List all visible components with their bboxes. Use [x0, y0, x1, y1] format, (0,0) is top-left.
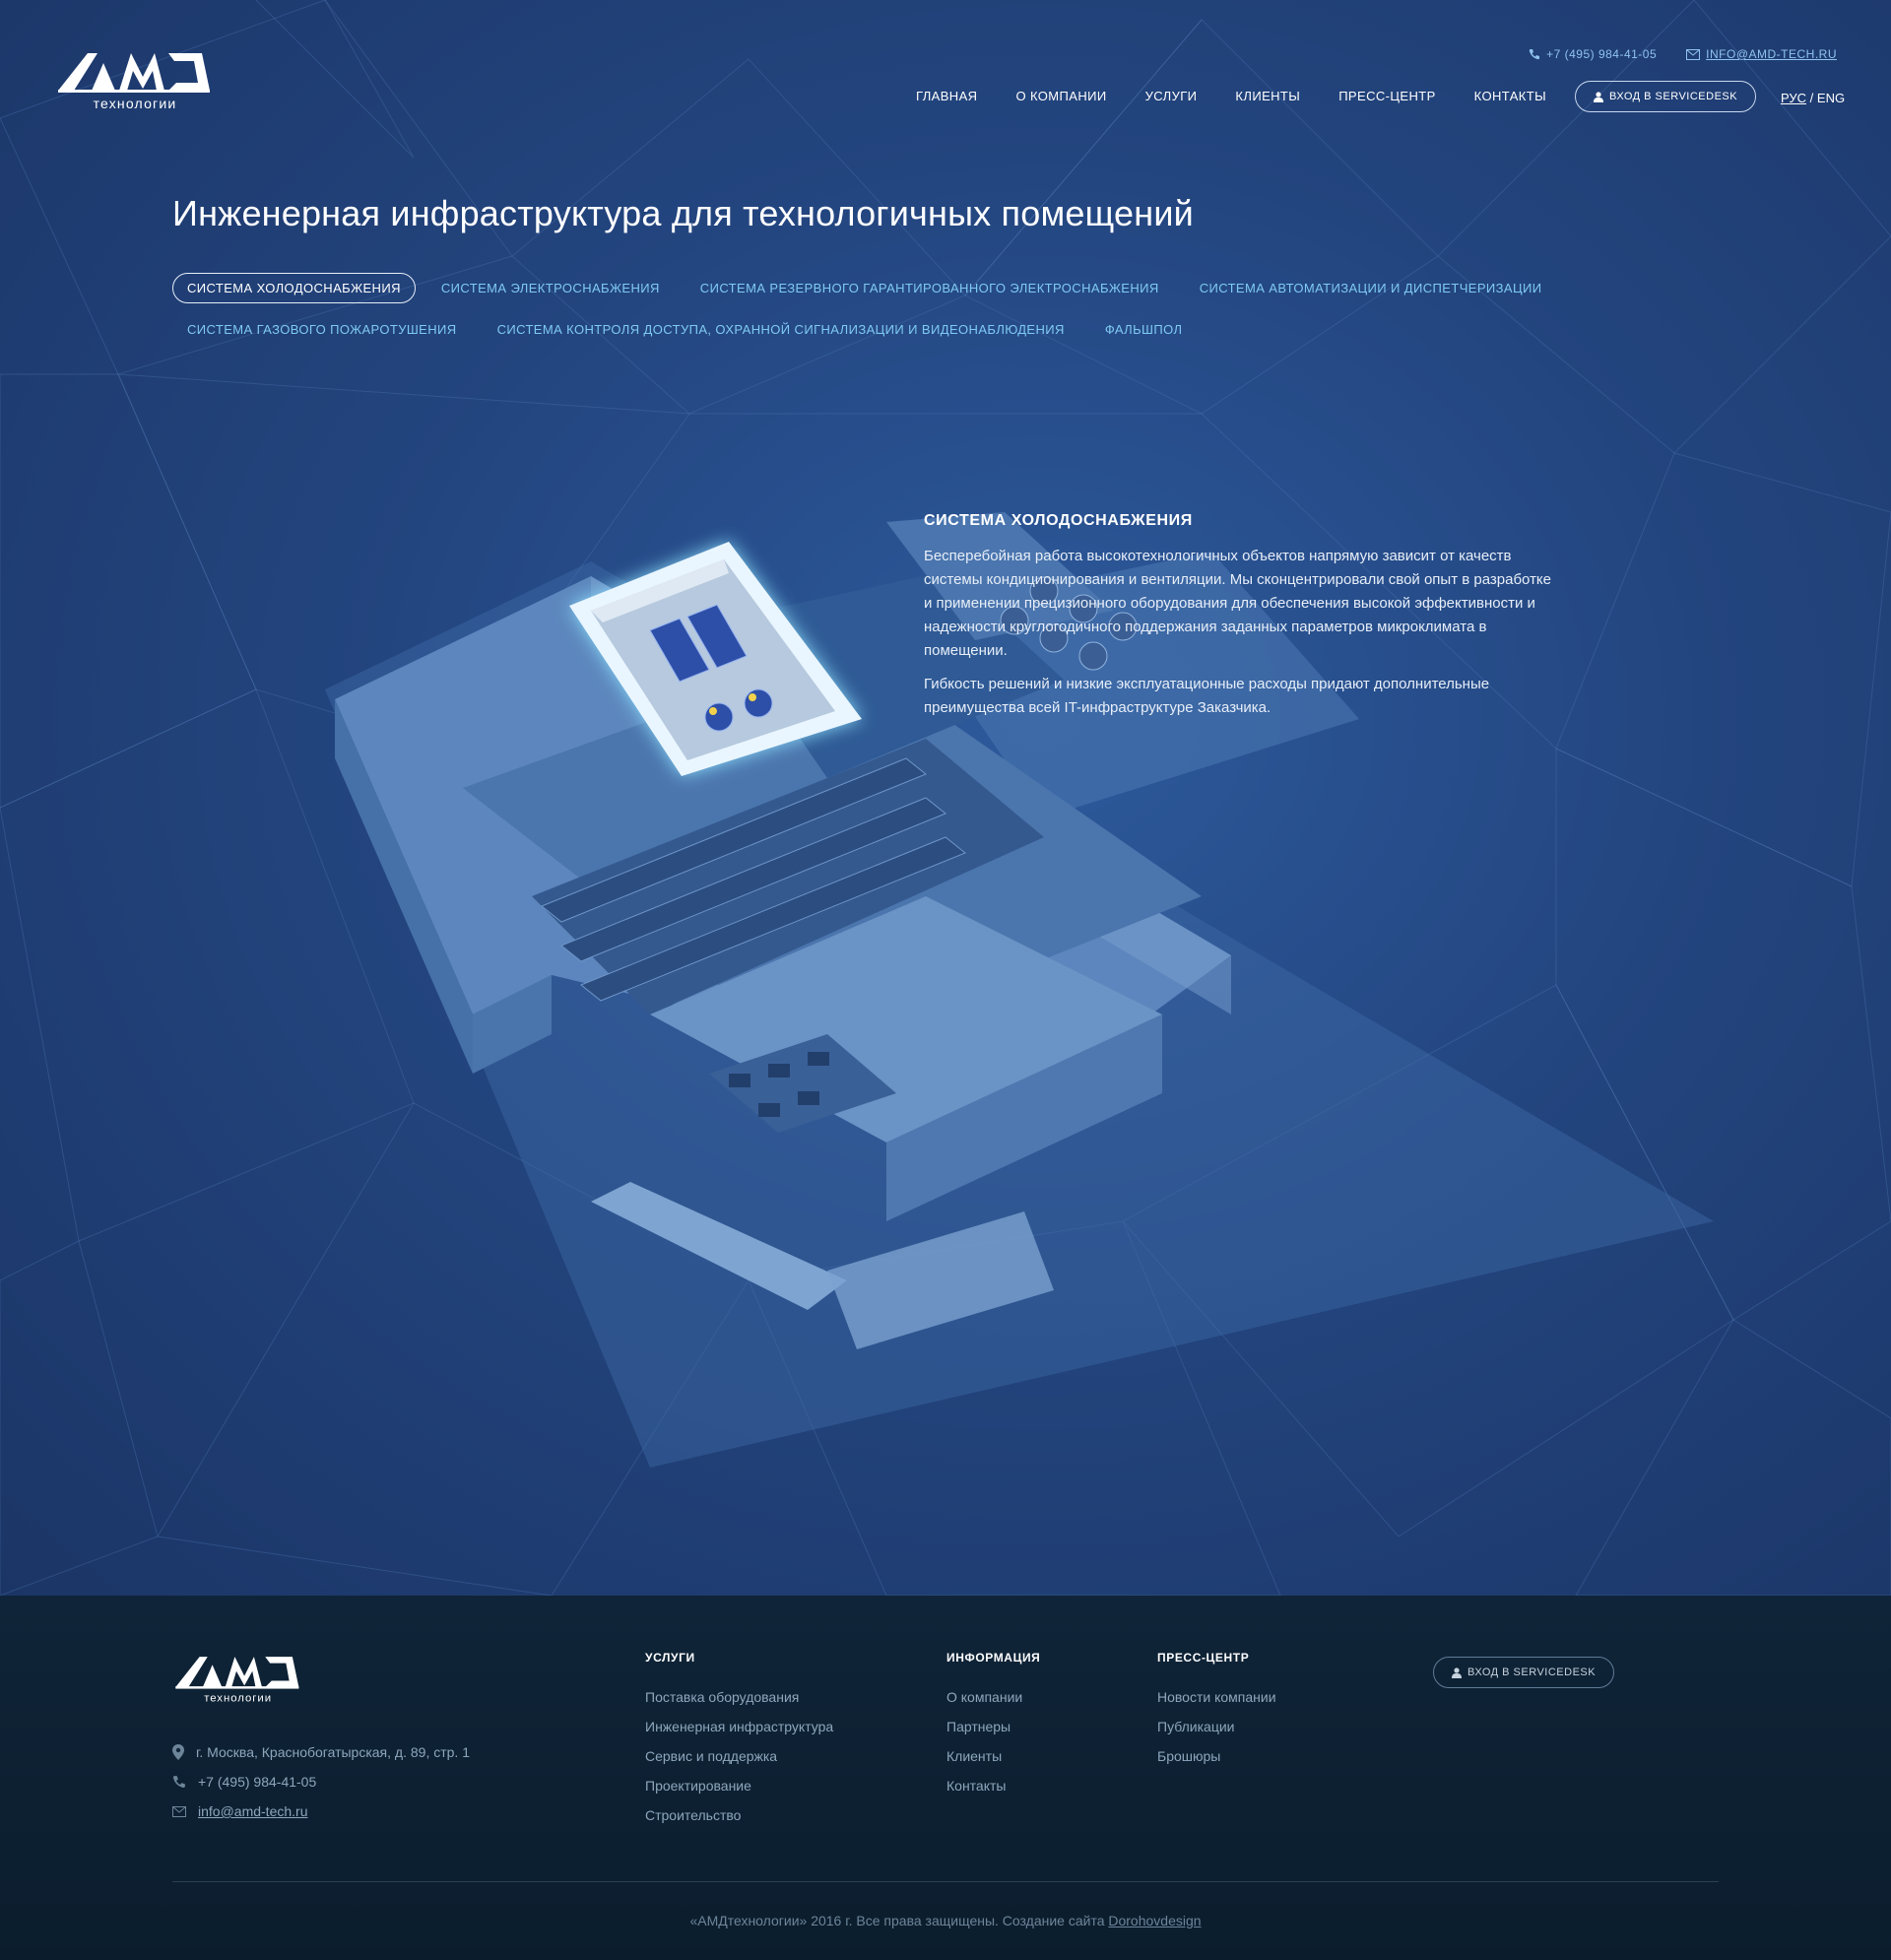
footer-servicedesk-label: ВХОД В SERVICEDESK: [1467, 1666, 1597, 1678]
footer-link-design[interactable]: Проектирование: [645, 1778, 833, 1796]
nav-item-clients[interactable]: КЛИЕНТЫ: [1235, 89, 1300, 103]
header-email-text: INFO@AMD-TECH.RU: [1706, 47, 1837, 61]
footer-contacts: г. Москва, Красноб­огатырская, д. 89, ст…: [172, 1743, 470, 1832]
tab-cooling[interactable]: СИСТЕМА ХОЛОДОСНАБЖЕНИЯ: [172, 273, 416, 303]
footer-email[interactable]: info@amd-tech.ru: [172, 1802, 470, 1820]
footer-link-contacts[interactable]: Контакты: [946, 1778, 1040, 1796]
logo-subtitle: технологии: [94, 96, 177, 110]
header-phone[interactable]: +7 (495) 984-41-05: [1529, 47, 1657, 61]
nav-item-services[interactable]: УСЛУГИ: [1145, 89, 1198, 103]
footer-press-title: ПРЕСС-ЦЕНТР: [1157, 1651, 1250, 1665]
nav-item-contacts[interactable]: КОНТАКТЫ: [1474, 89, 1546, 103]
system-description: СИСТЕМА ХОЛОДОСНАБЖЕНИЯ Бесперебойная ра…: [924, 512, 1554, 730]
footer-email-text: info@amd-tech.ru: [198, 1803, 308, 1819]
footer-link-service[interactable]: Сервис и поддержка: [645, 1748, 833, 1766]
tab-backup-power[interactable]: СИСТЕМА РЕЗЕРВНОГО ГАРАНТИРОВАННОГО ЭЛЕК…: [685, 273, 1174, 303]
footer-link-construction[interactable]: Строительство: [645, 1807, 833, 1825]
footer-link-partners[interactable]: Партнеры: [946, 1719, 1040, 1736]
footer-info-column: ИНФОРМАЦИЯ О компании Партнеры Клиенты К…: [946, 1651, 1040, 1807]
header-phone-text: +7 (495) 984-41-05: [1546, 47, 1658, 61]
header-email[interactable]: INFO@AMD-TECH.RU: [1686, 47, 1837, 61]
tab-access-control[interactable]: СИСТЕМА КОНТРОЛЯ ДОСТУПА, ОХРАННОЙ СИГНА…: [483, 314, 1079, 345]
footer-press-column: ПРЕСС-ЦЕНТР Новости компании Публикации …: [1157, 1651, 1276, 1778]
footer-link-supply[interactable]: Поставка оборудования: [645, 1689, 833, 1707]
pin-icon: [172, 1744, 184, 1760]
footer-divider: [172, 1881, 1719, 1882]
system-tabs: СИСТЕМА ХОЛОДОСНАБЖЕНИЯ СИСТЕМА ЭЛЕКТРОС…: [172, 273, 1709, 356]
tab-automation[interactable]: СИСТЕМА АВТОМАТИЗАЦИИ И ДИСПЕТЧЕРИЗАЦИИ: [1185, 273, 1557, 303]
system-paragraph-2: Гибкость решений и низкие эксплуатационн…: [924, 676, 1490, 716]
copyright: «АМДтехнологии» 2016 г. Все права защище…: [0, 1913, 1891, 1928]
footer-link-about[interactable]: О компании: [946, 1689, 1040, 1707]
language-switch: РУС / ENG: [1781, 91, 1845, 105]
main-nav: ГЛАВНАЯ О КОМПАНИИ УСЛУГИ КЛИЕНТЫ ПРЕСС-…: [916, 89, 1585, 103]
top-contacts: +7 (495) 984-41-05 INFO@AMD-TECH.RU: [1529, 47, 1837, 61]
tab-power[interactable]: СИСТЕМА ЭЛЕКТРОСНАБЖЕНИЯ: [426, 273, 675, 303]
footer: технологии г. Москва, Красноб­огатырская…: [0, 1596, 1891, 1960]
footer-services-title: УСЛУГИ: [645, 1651, 695, 1665]
footer-services-column: УСЛУГИ Поставка оборудования Инженерная …: [645, 1651, 833, 1837]
footer-logo-subtitle: технологии: [204, 1693, 272, 1704]
nav-item-about[interactable]: О КОМПАНИИ: [1015, 89, 1106, 103]
tab-fire-suppression[interactable]: СИСТЕМА ГАЗОВОГО ПОЖАРОТУШЕНИЯ: [172, 314, 472, 345]
user-icon: [1594, 91, 1603, 102]
user-icon: [1452, 1666, 1462, 1678]
footer-link-clients[interactable]: Клиенты: [946, 1748, 1040, 1766]
footer-info-title: ИНФОРМАЦИЯ: [946, 1651, 1041, 1665]
lang-en[interactable]: ENG: [1817, 91, 1845, 105]
servicedesk-button[interactable]: ВХОД В SERVICEDESK: [1575, 81, 1757, 112]
footer-link-news[interactable]: Новости компании: [1157, 1689, 1276, 1707]
footer-address-text: г. Москва, Красноб­огатырская, д. 89, ст…: [196, 1744, 470, 1760]
footer-phone[interactable]: +7 (495) 984-41-05: [172, 1773, 470, 1791]
page-title: Инженерная инфраструктура для технологич…: [172, 193, 1194, 233]
footer-address: г. Москва, Красноб­огатырская, д. 89, ст…: [172, 1743, 470, 1761]
hero-section: технологии +7 (495) 984-41-05 INFO@AMD-T…: [0, 0, 1891, 1596]
nav-item-home[interactable]: ГЛАВНАЯ: [916, 89, 977, 103]
system-title: СИСТЕМА ХОЛОДОСНАБЖЕНИЯ: [924, 512, 1193, 529]
footer-link-infrastructure[interactable]: Инженерная инфраструктура: [645, 1719, 833, 1736]
mail-icon: [1686, 48, 1701, 60]
footer-logo[interactable]: технологии: [172, 1653, 300, 1704]
developer-link[interactable]: Dorohovdesign: [1108, 1913, 1201, 1928]
lang-ru[interactable]: РУС: [1781, 91, 1806, 105]
mail-icon: [172, 1805, 186, 1817]
amd-logo[interactable]: технологии: [54, 49, 212, 110]
system-paragraph-1: Бесперебойная работа высокотехнологичных…: [924, 548, 1552, 659]
servicedesk-label: ВХОД В SERVICEDESK: [1609, 91, 1738, 102]
phone-icon: [172, 1776, 185, 1789]
footer-phone-text: +7 (495) 984-41-05: [198, 1774, 317, 1790]
lang-separator: /: [1809, 91, 1814, 105]
phone-icon: [1529, 49, 1540, 60]
tab-raised-floor[interactable]: ФАЛЬШПОЛ: [1090, 314, 1198, 345]
footer-link-brochures[interactable]: Брошюры: [1157, 1748, 1276, 1766]
copyright-text: «АМДтехнологии» 2016 г. Все права защище…: [689, 1913, 1105, 1928]
footer-servicedesk-button[interactable]: ВХОД В SERVICEDESK: [1433, 1657, 1615, 1688]
nav-item-press[interactable]: ПРЕСС-ЦЕНТР: [1338, 89, 1435, 103]
footer-link-publications[interactable]: Публикации: [1157, 1719, 1276, 1736]
